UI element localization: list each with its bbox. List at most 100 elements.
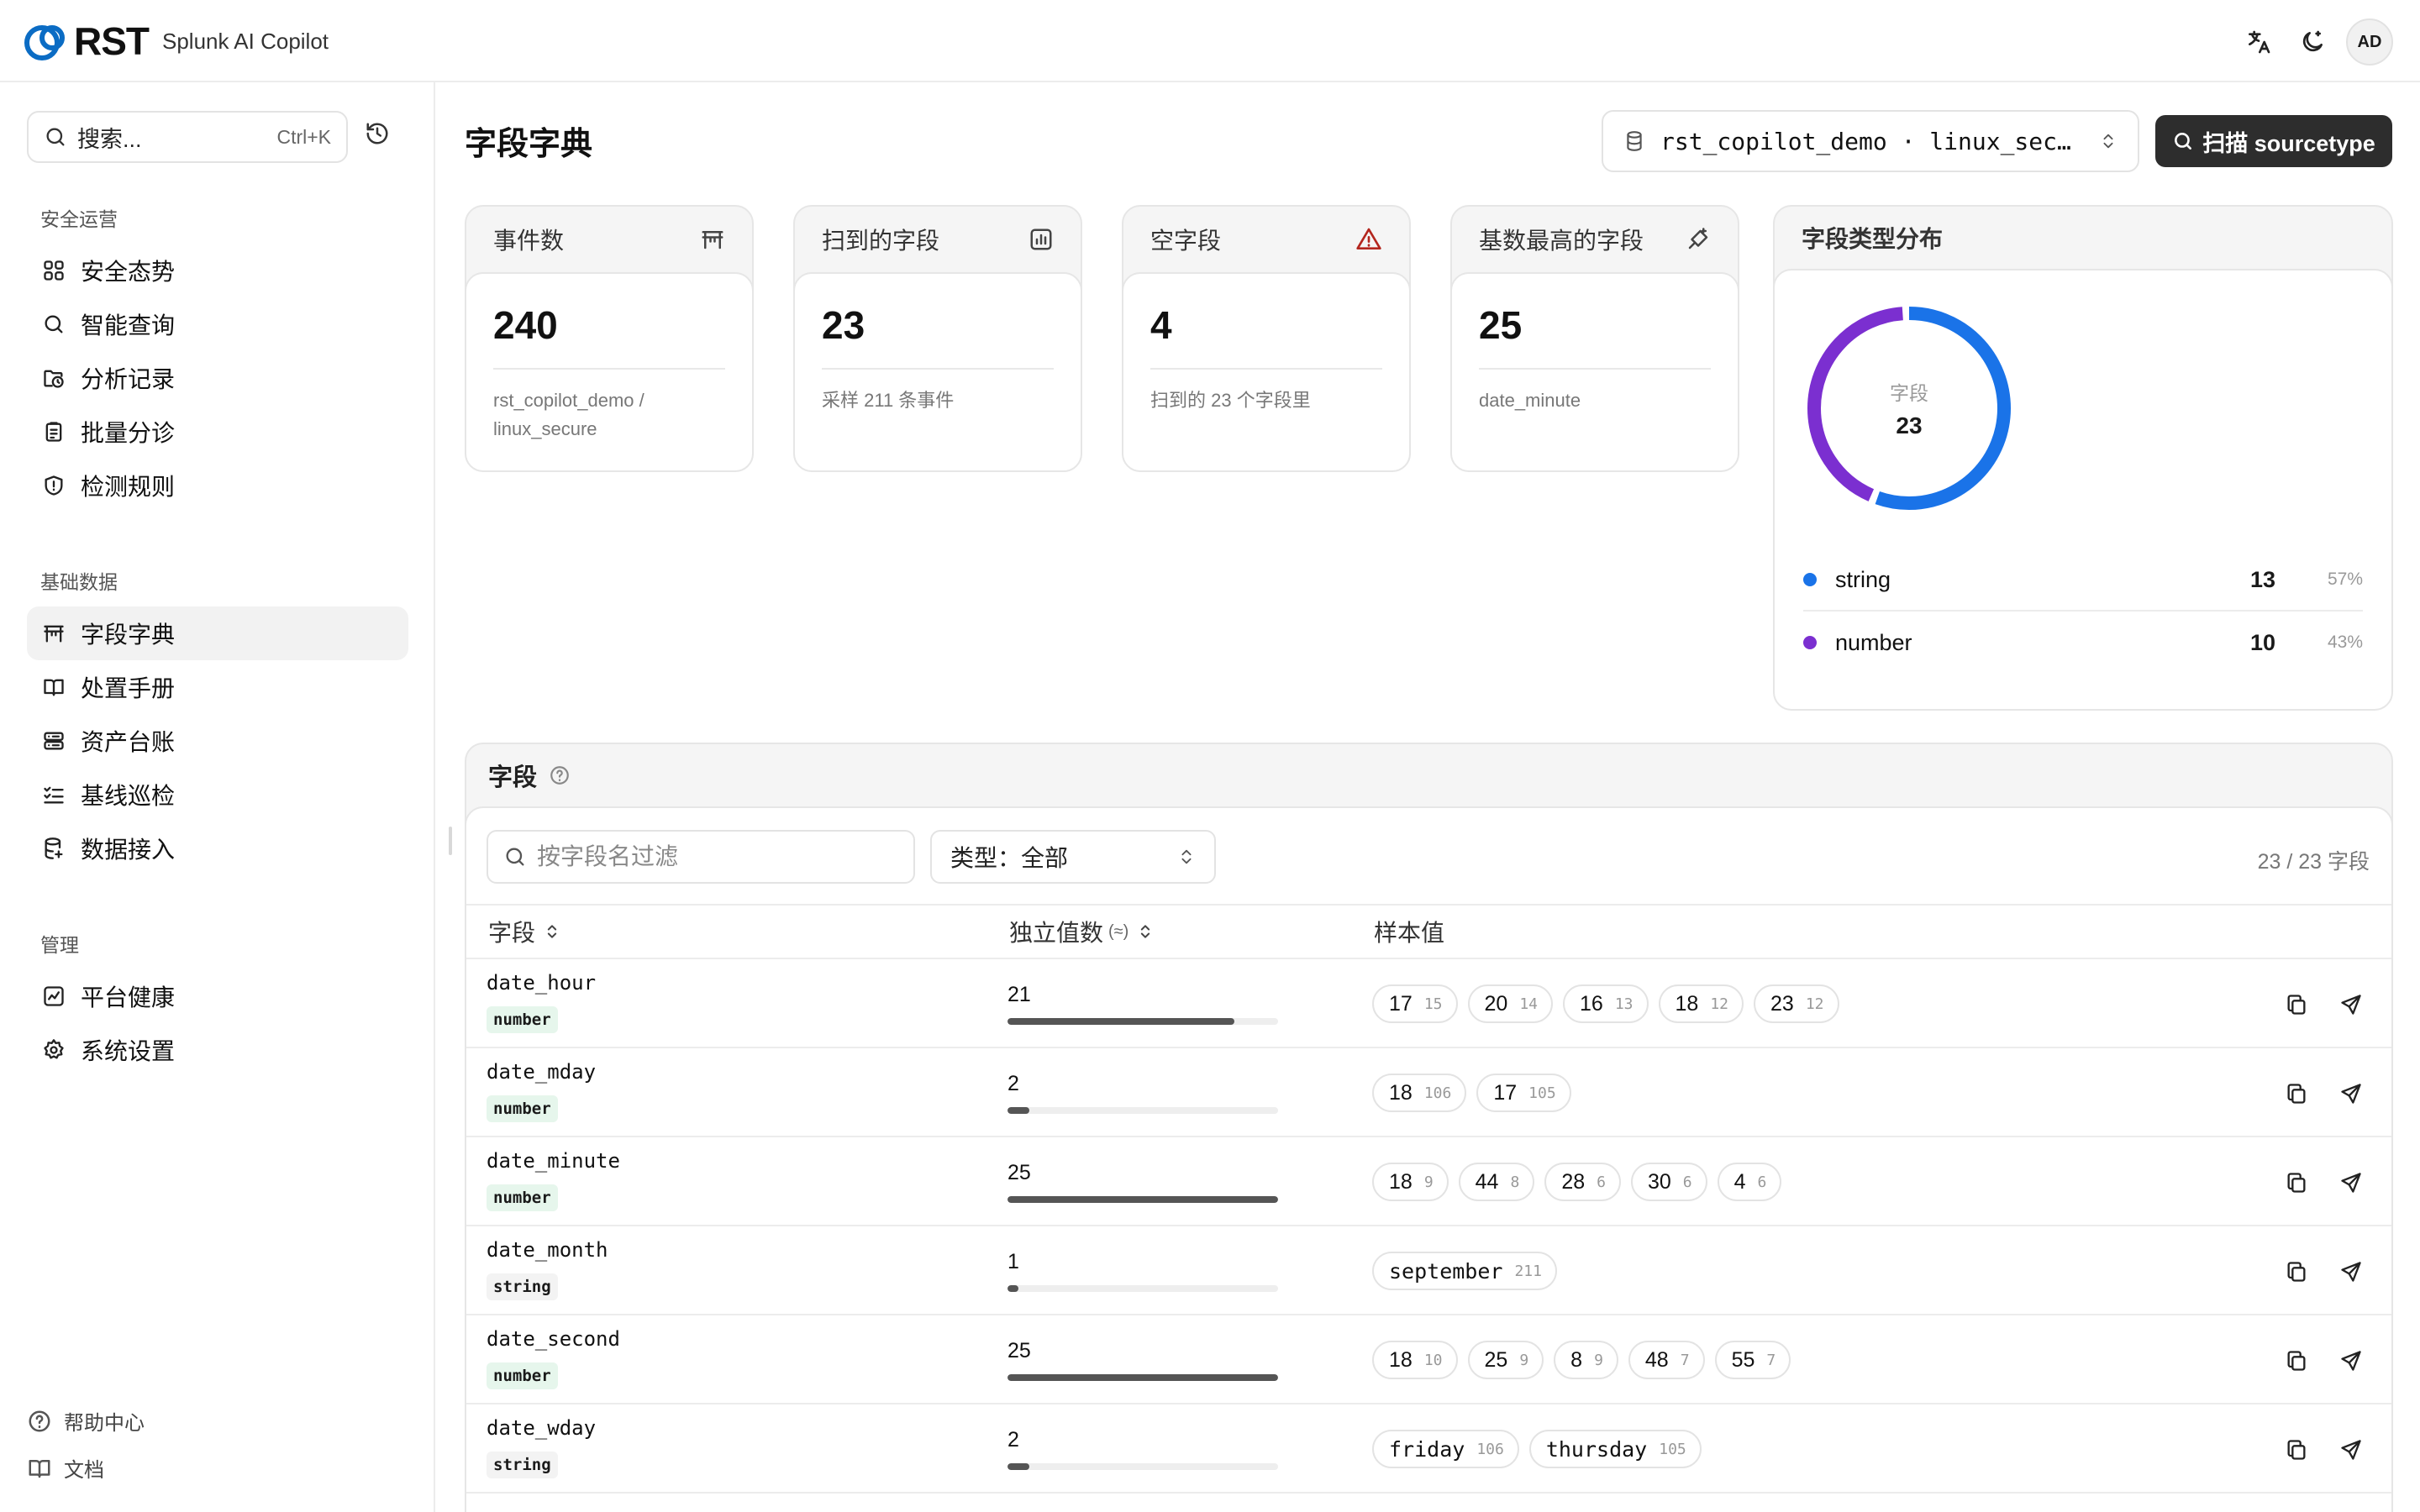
sample-chip[interactable]: 16 13	[1563, 984, 1649, 1023]
sample-chip[interactable]: thursday 105	[1528, 1430, 1702, 1468]
table-row[interactable]: date_wday string 2 friday 106 thursday 105	[466, 1404, 2391, 1494]
sort-icon	[547, 925, 557, 938]
sidebar-item-label: 基线巡检	[81, 783, 176, 809]
cardinality-bar	[1007, 1285, 1278, 1292]
sidebar-item-settings[interactable]: 系统设置	[27, 1023, 408, 1077]
sample-chip[interactable]: 20 14	[1467, 984, 1553, 1023]
sidebar-item-baseline-inspection[interactable]: 基线巡检	[27, 768, 408, 822]
sample-chip[interactable]: 89	[1554, 1341, 1618, 1379]
sample-chip[interactable]: 55 7	[1714, 1341, 1791, 1379]
sample-chip[interactable]: 18 106	[1372, 1074, 1467, 1112]
cardinality-value: 25	[1007, 1339, 1031, 1362]
stat-value: 25	[1479, 303, 1523, 347]
docs-icon	[29, 1459, 50, 1478]
translate-icon[interactable]	[2235, 18, 2282, 66]
cardinality-bar-fill	[1007, 1196, 1278, 1203]
cardinality-bar	[1007, 1374, 1278, 1381]
type-filter-select[interactable]: 类型：全部	[930, 830, 1216, 884]
copy-icon[interactable]	[2278, 1342, 2315, 1379]
sidebar-item-batch-triage[interactable]: 批量分诊	[27, 405, 408, 459]
send-icon[interactable]	[2333, 1075, 2370, 1112]
avatar[interactable]: AD	[2346, 18, 2393, 66]
help-icon[interactable]	[549, 764, 571, 786]
help-center-label: 帮助中心	[64, 1412, 145, 1435]
search-shortcut: Ctrl+K	[276, 125, 331, 148]
sample-chip[interactable]: 25 9	[1467, 1341, 1544, 1379]
sample-value: 23	[1770, 991, 1794, 1016]
sample-chip[interactable]: 46	[1717, 1163, 1782, 1201]
sample-value: 25	[1484, 1347, 1508, 1372]
sample-count: 9	[1519, 1351, 1529, 1369]
sidebar-item-asset-ledger[interactable]: 资产台账	[27, 714, 408, 768]
copy-icon[interactable]	[2278, 986, 2315, 1023]
sidebar-item-label: 分析记录	[81, 366, 176, 392]
copy-icon[interactable]	[2278, 1253, 2315, 1290]
copy-icon[interactable]	[2278, 1075, 2315, 1112]
sidebar-item-detection-rules[interactable]: 检测规则	[27, 459, 408, 512]
docs-link[interactable]: 文档	[27, 1453, 104, 1483]
sidebar-item-smart-query[interactable]: 智能查询	[27, 297, 408, 351]
sample-count: 7	[1680, 1351, 1690, 1369]
sample-chip[interactable]: 30 6	[1630, 1163, 1707, 1201]
sample-count: 15	[1423, 995, 1443, 1013]
send-icon[interactable]	[2333, 1253, 2370, 1290]
logo[interactable]: RST Splunk AI Copilot	[24, 18, 329, 64]
sidebar-item-label: 系统设置	[81, 1038, 176, 1064]
copy-icon[interactable]	[2278, 1164, 2315, 1201]
column-header-label: 字段	[488, 920, 536, 946]
sample-chip[interactable]: september 211	[1372, 1252, 1557, 1290]
sidebar-item-field-dictionary[interactable]: 字段字典	[27, 606, 408, 660]
sourcetype-select[interactable]: rst_copilot_demo · linux_sec…	[1602, 110, 2139, 172]
copy-icon[interactable]	[2278, 1431, 2315, 1468]
send-icon[interactable]	[2333, 986, 2370, 1023]
table-row[interactable]: date_hour number 21 17 15 20 14 16 13 18 12 23 12	[466, 959, 2391, 1048]
stat-card-scanned-fields: 扫到的字段 23 采样 211 条事件	[793, 205, 1082, 472]
sample-chip[interactable]: 28 6	[1544, 1163, 1621, 1201]
sidebar-item-platform-health[interactable]: 平台健康	[27, 969, 408, 1023]
sidebar-resize-handle[interactable]	[449, 827, 452, 855]
field-filter-input[interactable]	[487, 830, 915, 884]
sample-chip[interactable]: 17 15	[1372, 984, 1458, 1023]
sample-chip[interactable]: 17 105	[1476, 1074, 1571, 1112]
table-row[interactable]: date_mday number 2 18 106 17 105	[466, 1048, 2391, 1137]
history-icon[interactable]	[365, 121, 390, 146]
legend-percent: 57%	[2327, 570, 2363, 589]
help-center-link[interactable]: 帮助中心	[27, 1406, 145, 1436]
help-icon	[29, 1410, 50, 1431]
scan-sourcetype-button[interactable]: 扫描 sourcetype	[2155, 115, 2392, 167]
sample-values: 17 15 20 14 16 13 18 12 23 12	[1372, 984, 1849, 1023]
table-header: 字段 独立值数 (≈) 样本值	[466, 904, 2391, 959]
global-search[interactable]: 搜索... Ctrl+K	[27, 111, 348, 163]
sample-chip[interactable]: 48 7	[1628, 1341, 1705, 1379]
column-header-field[interactable]: 字段	[488, 906, 560, 958]
table-row[interactable]: date_second number 25 18 10 25 9 8 9 48 7 55 7	[466, 1315, 2391, 1404]
sample-chip[interactable]: 18 10	[1372, 1341, 1458, 1379]
sample-chip[interactable]: 44 8	[1458, 1163, 1535, 1201]
theme-toggle-icon[interactable]	[2289, 18, 2336, 66]
sample-chip[interactable]: friday 106	[1372, 1430, 1519, 1468]
sidebar-item-data-ingest[interactable]: 数据接入	[27, 822, 408, 875]
sample-chip[interactable]: 18 9	[1372, 1163, 1449, 1201]
send-icon[interactable]	[2333, 1431, 2370, 1468]
sample-count: 6	[1597, 1173, 1606, 1191]
cardinality-value: 21	[1007, 983, 1031, 1006]
field-name: date_mday	[487, 1060, 597, 1084]
sidebar-item-playbook[interactable]: 处置手册	[27, 660, 408, 714]
sample-count: 8	[1510, 1173, 1520, 1191]
sample-chip[interactable]: 23 12	[1754, 984, 1839, 1023]
sidebar-item-analysis-history[interactable]: 分析记录	[27, 351, 408, 405]
table-row[interactable]: date_minute number 25 18 9 44 8 28 6 30 6 4 6	[466, 1137, 2391, 1226]
stat-subtext: date_minute	[1479, 390, 1581, 411]
send-icon[interactable]	[2333, 1342, 2370, 1379]
table-row[interactable]: date_month string 1 september 211	[466, 1226, 2391, 1315]
sidebar-item-security-posture[interactable]: 安全态势	[27, 244, 408, 297]
field-filter-text[interactable]	[537, 843, 890, 870]
field-name: date_second	[487, 1327, 620, 1351]
cardinality-value: 2	[1007, 1428, 1019, 1452]
field-type-badge: number	[487, 1006, 558, 1033]
sample-value: 18	[1389, 1347, 1413, 1372]
sample-chip[interactable]: 18 12	[1658, 984, 1744, 1023]
sidebar-item-label: 安全态势	[81, 259, 176, 285]
column-header-cardinality[interactable]: 独立值数 (≈)	[1009, 906, 1154, 958]
send-icon[interactable]	[2333, 1164, 2370, 1201]
